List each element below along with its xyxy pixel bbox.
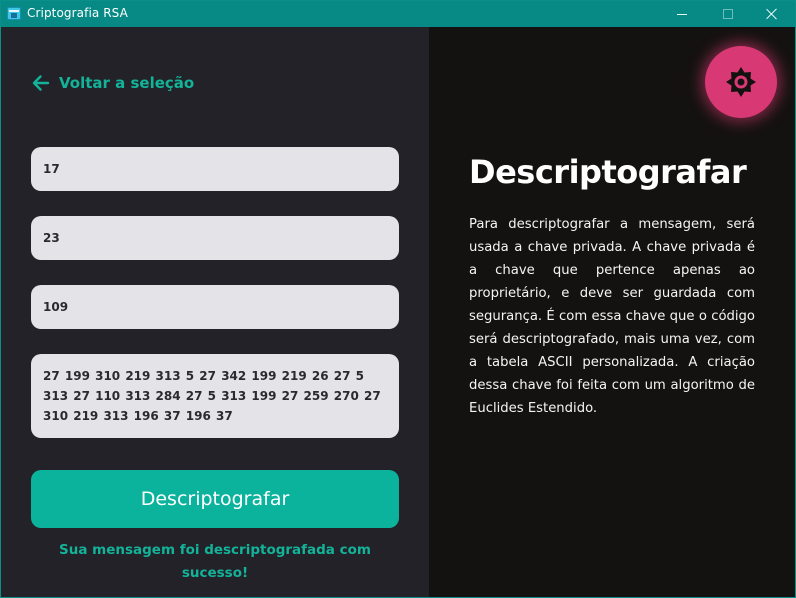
status-message: Sua mensagem foi descriptografada com su… [59, 542, 371, 581]
encrypted-message-field[interactable]: 27 199 310 219 313 5 27 342 199 219 26 2… [31, 354, 399, 438]
section-description: Para descriptografar a mensagem, será us… [469, 217, 755, 416]
decrypt-button[interactable]: Descriptografar [31, 470, 399, 528]
maximize-icon [723, 9, 733, 19]
app-window-icon [7, 7, 21, 20]
section-heading: Descriptografar [469, 153, 747, 191]
window-title: Criptografia RSA [27, 6, 128, 20]
close-icon [766, 8, 778, 20]
back-to-selection-link[interactable]: Voltar a seleção [31, 73, 194, 93]
title-bar[interactable]: Criptografia RSA [1, 1, 795, 27]
settings-button[interactable] [705, 46, 777, 118]
gear-icon [726, 67, 756, 97]
key-field-1[interactable]: 17 [31, 147, 399, 191]
back-link-label: Voltar a seleção [59, 74, 195, 92]
close-button[interactable] [749, 1, 795, 27]
info-panel: Descriptografar Para descriptografar a m… [429, 27, 795, 597]
minimize-icon [677, 13, 687, 15]
app-window: Criptografia RSA Voltar a seleção 17 23 … [0, 0, 796, 598]
maximize-button[interactable] [705, 1, 751, 27]
minimize-button[interactable] [659, 1, 705, 27]
key-field-2[interactable]: 23 [31, 216, 399, 260]
key-field-3[interactable]: 109 [31, 285, 399, 329]
arrow-left-icon [32, 75, 50, 91]
form-panel: Voltar a seleção 17 23 109 27 199 310 21… [1, 27, 429, 597]
